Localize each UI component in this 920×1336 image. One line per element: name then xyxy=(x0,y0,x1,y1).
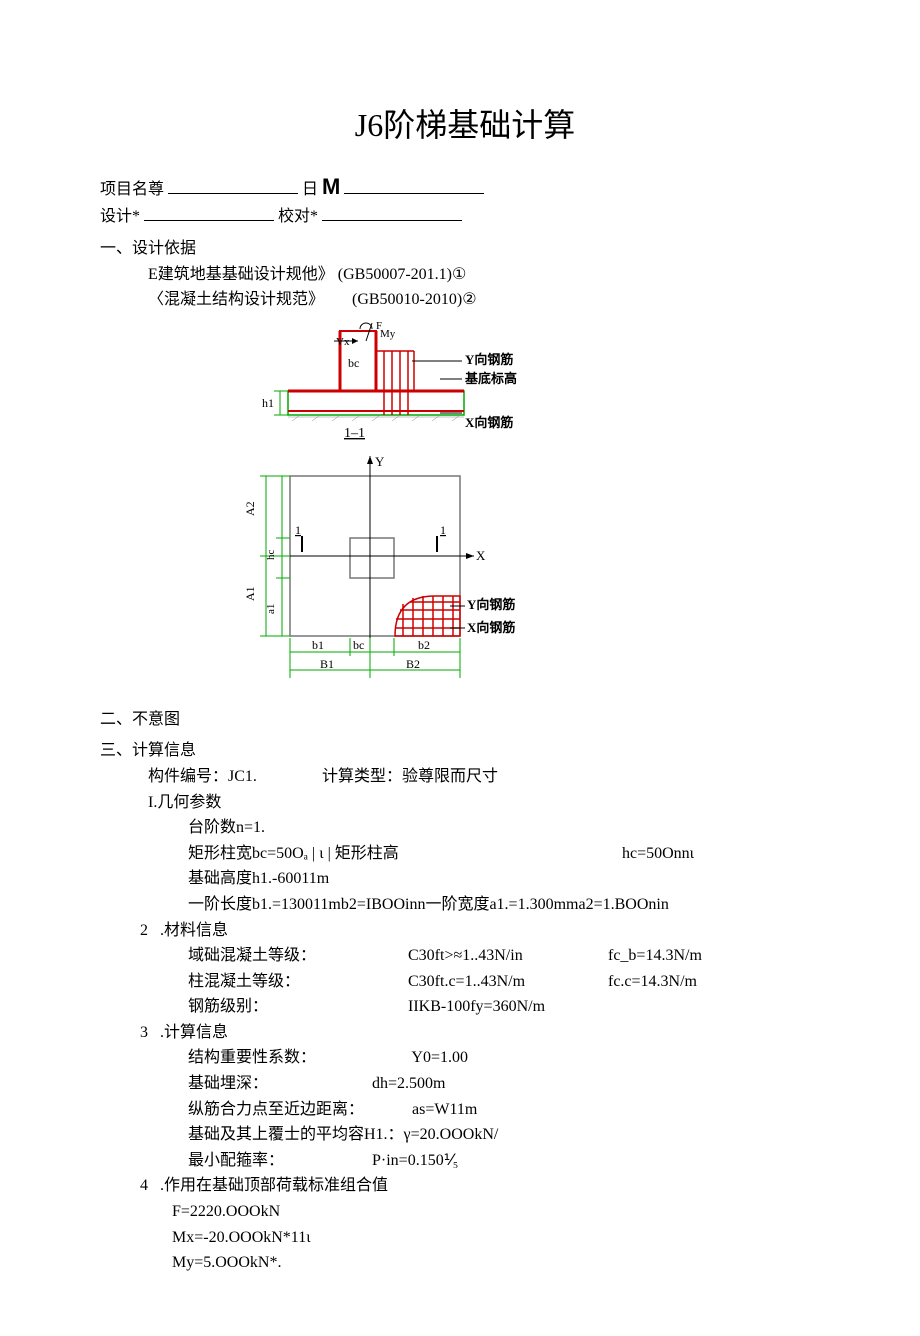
diagram-vx-label: Vx xyxy=(336,336,350,348)
sec1-line2a: 〈混凝土结构设计规范》 xyxy=(148,287,348,313)
p4-row: 4.作用在基础顶部荷载标准组合值 xyxy=(100,1173,830,1199)
p3-r2: 基础埋深： dh=2.500m xyxy=(100,1071,830,1097)
member-id: 构件编号：JC1. xyxy=(148,764,318,790)
diagram-my-label: My xyxy=(380,328,396,340)
section-3-heading: 三、计算信息 xyxy=(100,738,830,764)
diagram-one-right: 1 xyxy=(440,523,446,537)
diagram-y-axis: Y xyxy=(375,454,385,469)
p4-l2: Mx=-20.OOOkN*11ι xyxy=(100,1225,830,1251)
sec1-line2b: (GB50010-2010)② xyxy=(352,291,477,308)
project-label: 项目名尊 xyxy=(100,181,164,198)
p1-l2: 矩形柱宽bc=50Oₐ | ι | 矩形柱高 hc=50Onnι xyxy=(100,841,830,867)
design-blank xyxy=(144,204,274,221)
p1-l2a: 矩形柱宽bc=50Oₐ | ι | 矩形柱高 xyxy=(188,841,618,867)
p3-r5: 最小配箍率： P·in=0.150⅟₅ xyxy=(100,1148,830,1174)
p2-r3: 钢筋级别： IIKB-100fy=360N/m xyxy=(100,994,830,1020)
p2-heading: .材料信息 xyxy=(160,922,228,939)
p4-heading: .作用在基础顶部荷载标准组合值 xyxy=(160,1177,388,1194)
p3-r5b: P·in=0.150⅟₅ xyxy=(372,1152,458,1169)
sec3-member-row: 构件编号：JC1. 计算类型：验尊限而尺寸 xyxy=(100,764,830,790)
p2-r2c3: fc.c=14.3N/m xyxy=(608,969,697,995)
diagram-hc-left: hc xyxy=(265,549,277,560)
p3-r4: 基础及其上覆士的平均容H1.：γ=20.OOOkN/ xyxy=(100,1122,830,1148)
p2-r2c2: C30ft.c=1..43N/m xyxy=(408,969,608,995)
diagram-a1-left: a1 xyxy=(265,603,277,613)
p1-l2b: hc=50Onnι xyxy=(622,845,694,862)
sec1-line2: 〈混凝土结构设计规范》 (GB50010-2010)② xyxy=(100,287,830,313)
diagram-y-rebar-label: Y向钢筋 xyxy=(465,352,513,367)
p2-row: 2.材料信息 xyxy=(100,918,830,944)
check-label: 校对* xyxy=(278,208,318,225)
diagram-bc-bot: bc xyxy=(353,638,364,652)
p1-heading: I.几何参数 xyxy=(100,790,830,816)
diagram-x-axis: X xyxy=(476,548,486,563)
date-prefix: 日 xyxy=(302,181,318,198)
p3-r1b: Y0=1.00 xyxy=(411,1049,468,1066)
section-1-heading: 一、设计依据 xyxy=(100,236,830,262)
calc-type: 计算类型：验尊限而尺寸 xyxy=(322,768,498,785)
p3-r5a: 最小配箍率： xyxy=(188,1148,368,1174)
p3-r2b: dh=2.500m xyxy=(372,1075,445,1092)
foundation-diagram: bc F My Vx h1 Y向钢筋 基底标 xyxy=(240,321,830,701)
diagram-b2: b2 xyxy=(418,638,430,652)
p2-r1: 域础混凝土等级： C30ft>≈1..43N/in fc_b=14.3N/m xyxy=(100,943,830,969)
diagram-section-11: 1–1 xyxy=(344,426,365,441)
diagram-x-rebar-top-label: X向钢筋 xyxy=(465,415,513,430)
diagram-B1: B1 xyxy=(320,657,334,671)
p3-heading: .计算信息 xyxy=(160,1024,228,1041)
p3-r1a: 结构重要性系数： xyxy=(188,1045,408,1071)
date-blank xyxy=(344,177,484,194)
p4-num: 4 xyxy=(100,1173,160,1199)
sec1-line1: E建筑地基基础设计规他》 (GB50007-201.1)① xyxy=(100,262,830,288)
date-big-m: M xyxy=(322,174,340,199)
p1-l3: 基础高度h1.-60011m xyxy=(100,866,830,892)
p3-num: 3 xyxy=(100,1020,160,1046)
p1-l4: 一阶长度b1.=130011mb2=IBOOinn一阶宽度a1.=1.300mm… xyxy=(100,892,830,918)
page-title: J6阶梯基础计算 xyxy=(100,100,830,151)
p4-l1: F=2220.OOOkN xyxy=(100,1199,830,1225)
p3-r2a: 基础埋深： xyxy=(188,1071,368,1097)
check-blank xyxy=(322,204,462,221)
diagram-A2: A2 xyxy=(243,501,257,516)
p2-r2: 柱混凝土等级： C30ft.c=1..43N/m fc.c=14.3N/m xyxy=(100,969,830,995)
p2-r3c1: 钢筋级别： xyxy=(188,994,408,1020)
header-row-2: 设计* 校对* xyxy=(100,204,830,230)
diagram-x-rebar2: X向钢筋 xyxy=(467,620,515,635)
diagram-bc-top-label: bc xyxy=(348,356,359,370)
p2-r1c2: C30ft>≈1..43N/in xyxy=(408,943,608,969)
diagram-one-left: 1 xyxy=(295,523,301,537)
diagram-b1: b1 xyxy=(312,638,324,652)
project-blank xyxy=(168,177,298,194)
p2-num: 2 xyxy=(100,918,160,944)
diagram-base-label: 基底标高 xyxy=(464,371,517,386)
p3-r3a: 纵筋合力点至近边距离： xyxy=(188,1097,408,1123)
p2-r2c1: 柱混凝土等级： xyxy=(188,969,408,995)
p2-r3c2: IIKB-100fy=360N/m xyxy=(408,994,608,1020)
p2-r1c1: 域础混凝土等级： xyxy=(188,943,408,969)
p2-r1c3: fc_b=14.3N/m xyxy=(608,943,702,969)
p3-r3: 纵筋合力点至近边距离： as=W11m xyxy=(100,1097,830,1123)
section-2-heading: 二、不意图 xyxy=(100,707,830,733)
p1-l1: 台阶数n=1. xyxy=(100,815,830,841)
diagram-h1-label: h1 xyxy=(262,396,274,410)
header-row-1: 项目名尊 日 M xyxy=(100,169,830,204)
design-label: 设计* xyxy=(100,208,140,225)
p3-row: 3.计算信息 xyxy=(100,1020,830,1046)
diagram-y-rebar2: Y向钢筋 xyxy=(467,597,515,612)
diagram-B2: B2 xyxy=(406,657,420,671)
p4-l3: My=5.OOOkN*. xyxy=(100,1250,830,1276)
diagram-A1: A1 xyxy=(243,586,257,601)
p3-r1: 结构重要性系数： Y0=1.00 xyxy=(100,1045,830,1071)
p3-r3b: as=W11m xyxy=(412,1101,477,1118)
